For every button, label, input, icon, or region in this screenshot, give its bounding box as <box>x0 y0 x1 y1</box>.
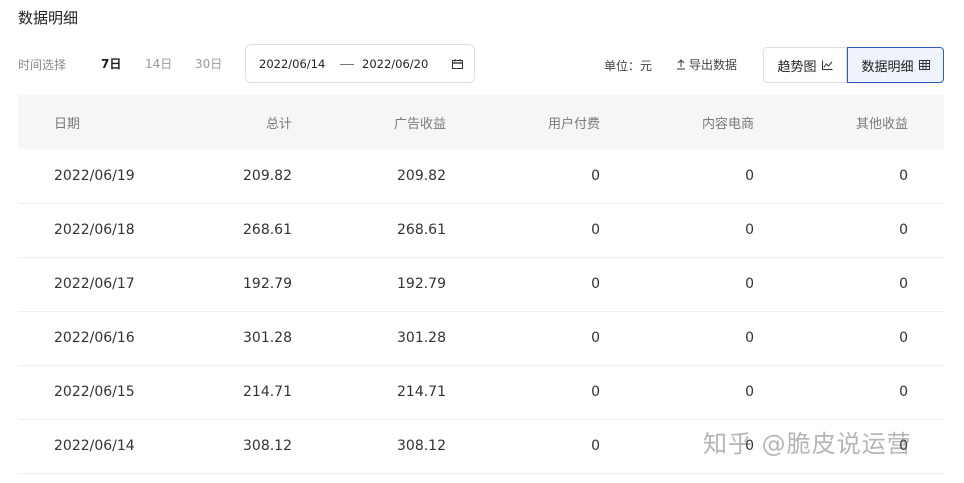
column-header-content-ecommerce: 内容电商 <box>600 95 754 149</box>
cell-ad-revenue: 214.71 <box>292 365 446 420</box>
cell-content-ecommerce: 0 <box>600 365 754 420</box>
table-header-row: 日期 总计 广告收益 用户付费 内容电商 其他收益 <box>18 95 944 149</box>
cell-content-ecommerce: 0 <box>600 149 754 204</box>
cell-total: 214.71 <box>172 365 292 420</box>
cell-date: 2022/06/16 <box>18 311 172 366</box>
cell-user-payment: 0 <box>446 257 600 312</box>
table-row: 2022/06/19 209.82 209.82 0 0 0 <box>18 149 944 204</box>
cell-total: 268.61 <box>172 203 292 258</box>
cell-content-ecommerce: 0 <box>600 203 754 258</box>
unit-label: 单位：元 <box>604 59 653 73</box>
trend-chart-button[interactable]: 趋势图 <box>763 47 847 83</box>
date-separator <box>340 64 354 65</box>
detail-label: 数据明细 <box>861 59 914 75</box>
cell-date: 2022/06/14 <box>18 419 172 474</box>
column-header-total: 总计 <box>172 95 292 149</box>
cell-ad-revenue: 192.79 <box>292 257 446 312</box>
date-end-input[interactable]: 2022/06/20 <box>362 57 428 71</box>
cell-other-revenue: 0 <box>754 311 944 366</box>
export-label: 导出数据 <box>689 58 738 72</box>
table-row: 2022/06/15 214.71 214.71 0 0 0 <box>18 365 944 420</box>
time-select-label: 时间选择 <box>18 58 67 72</box>
calendar-icon[interactable] <box>452 59 463 69</box>
data-detail-button[interactable]: 数据明细 <box>847 47 944 83</box>
cell-date: 2022/06/15 <box>18 365 172 420</box>
cell-other-revenue: 0 <box>754 203 944 258</box>
table-icon <box>918 60 930 70</box>
range-option-7d[interactable]: 7日 <box>101 55 121 72</box>
cell-user-payment: 0 <box>446 203 600 258</box>
column-header-other-revenue: 其他收益 <box>754 95 944 149</box>
view-switch: 趋势图 数据明细 <box>763 47 944 83</box>
column-header-ad-revenue: 广告收益 <box>292 95 446 149</box>
cell-ad-revenue: 301.28 <box>292 311 446 366</box>
cell-user-payment: 0 <box>446 149 600 204</box>
upload-icon <box>677 59 685 70</box>
range-option-14d[interactable]: 14日 <box>145 55 172 72</box>
cell-total: 308.12 <box>172 419 292 474</box>
toolbar: 时间选择 7日 14日 30日 2022/06/14 2022/06/20 单位… <box>0 42 964 84</box>
cell-ad-revenue: 209.82 <box>292 149 446 204</box>
date-range-picker[interactable]: 2022/06/14 2022/06/20 <box>245 44 475 83</box>
table-row: 2022/06/18 268.61 268.61 0 0 0 <box>18 203 944 258</box>
cell-date: 2022/06/17 <box>18 257 172 312</box>
cell-date: 2022/06/19 <box>18 149 172 204</box>
line-chart-icon <box>821 60 832 70</box>
cell-other-revenue: 0 <box>754 149 944 204</box>
table-row: 2022/06/17 192.79 192.79 0 0 0 <box>18 257 944 312</box>
cell-total: 301.28 <box>172 311 292 366</box>
table-row: 2022/06/16 301.28 301.28 0 0 0 <box>18 311 944 366</box>
cell-user-payment: 0 <box>446 419 600 474</box>
page-title: 数据明细 <box>18 9 79 27</box>
cell-content-ecommerce: 0 <box>600 257 754 312</box>
cell-total: 192.79 <box>172 257 292 312</box>
cell-date: 2022/06/18 <box>18 203 172 258</box>
column-header-date: 日期 <box>18 95 172 149</box>
cell-ad-revenue: 308.12 <box>292 419 446 474</box>
date-start-input[interactable]: 2022/06/14 <box>259 57 325 71</box>
watermark: 知乎 @脆皮说运营 <box>703 430 912 458</box>
export-data-button[interactable]: 导出数据 <box>676 56 737 73</box>
cell-content-ecommerce: 0 <box>600 311 754 366</box>
cell-ad-revenue: 268.61 <box>292 203 446 258</box>
cell-other-revenue: 0 <box>754 365 944 420</box>
cell-user-payment: 0 <box>446 311 600 366</box>
data-table: 日期 总计 广告收益 用户付费 内容电商 其他收益 2022/06/19 209… <box>18 95 944 474</box>
range-option-30d[interactable]: 30日 <box>195 55 222 72</box>
cell-total: 209.82 <box>172 149 292 204</box>
trend-label: 趋势图 <box>777 59 817 75</box>
cell-other-revenue: 0 <box>754 257 944 312</box>
cell-user-payment: 0 <box>446 365 600 420</box>
column-header-user-payment: 用户付费 <box>446 95 600 149</box>
